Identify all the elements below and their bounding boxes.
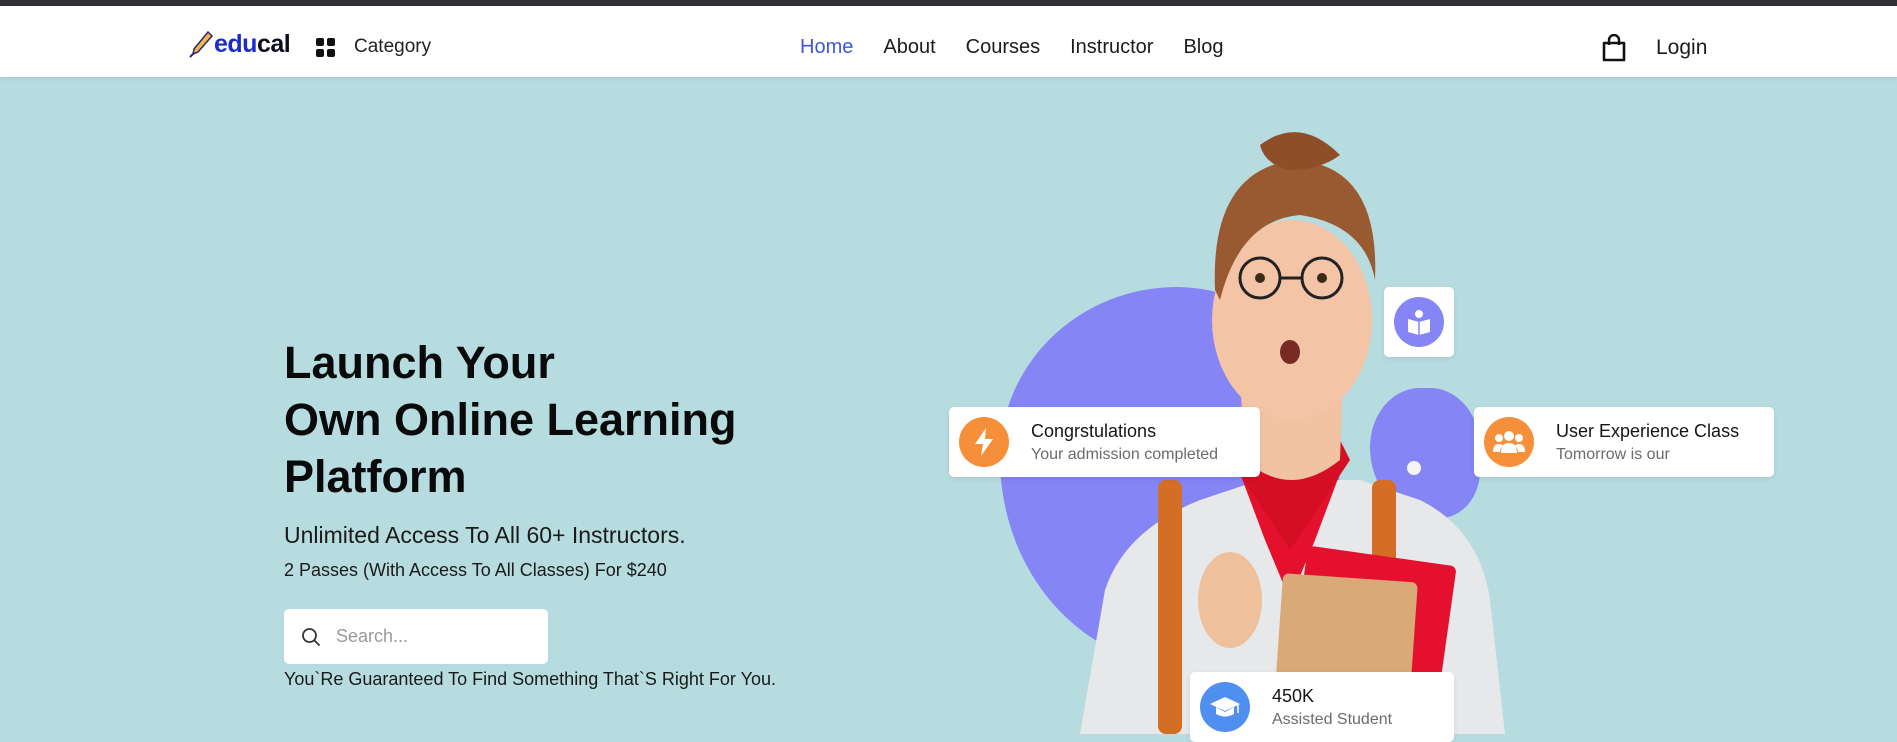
- students-label: Assisted Student: [1272, 710, 1393, 728]
- search-box: [284, 609, 548, 664]
- hero-title: Launch Your Own Online Learning Platform: [284, 334, 737, 505]
- nav-courses[interactable]: Courses: [966, 36, 1040, 59]
- logo-text: educal: [214, 29, 291, 59]
- grid-icon: [316, 38, 335, 57]
- book-reader-icon: [1408, 310, 1430, 335]
- graduation-cap-icon: [1210, 697, 1240, 717]
- students-card: 450K Assisted Student: [1190, 672, 1454, 742]
- guarantee-text: You`Re Guaranteed To Find Something That…: [284, 669, 776, 689]
- ux-class-title: User Experience Class: [1556, 420, 1740, 441]
- shopping-bag-icon[interactable]: [1602, 34, 1626, 62]
- lightning-icon: [975, 428, 993, 456]
- lightning-icon-circle: [959, 417, 1009, 467]
- nav-about[interactable]: About: [883, 36, 935, 59]
- graduation-icon-circle: [1200, 682, 1250, 732]
- students-count: 450K: [1272, 685, 1315, 706]
- hero-title-line-2: Own Online Learning: [284, 394, 737, 445]
- book-icon-card: [1384, 287, 1454, 357]
- search-input[interactable]: [334, 625, 538, 648]
- nav-home[interactable]: Home: [800, 36, 853, 59]
- hero-pricing-text: 2 Passes (With Access To All Classes) Fo…: [284, 560, 667, 580]
- congratulations-card: Congrstulations Your admission completed: [949, 407, 1260, 477]
- users-icon-circle: [1484, 417, 1534, 467]
- category-menu[interactable]: Category: [316, 36, 431, 58]
- nav-instructor[interactable]: Instructor: [1070, 36, 1153, 59]
- congratulations-subtitle: Your admission completed: [1031, 445, 1219, 463]
- users-icon: [1493, 431, 1525, 453]
- book-icon-circle: [1394, 297, 1444, 347]
- logo[interactable]: educal: [188, 26, 291, 62]
- category-label: Category: [354, 36, 432, 57]
- hero-subtitle: Unlimited Access To All 60+ Instructors.: [284, 522, 686, 548]
- logo-text-part1: edu: [214, 29, 257, 58]
- main-nav: Home About Courses Instructor Blog: [800, 36, 1254, 59]
- congratulations-title: Congrstulations: [1031, 420, 1157, 441]
- hero-title-line-3: Platform: [284, 451, 467, 502]
- nav-blog[interactable]: Blog: [1183, 36, 1223, 59]
- ux-class-card: User Experience Class Tomorrow is our: [1474, 407, 1774, 477]
- logo-text-part2: cal: [256, 29, 291, 58]
- search-icon[interactable]: [300, 626, 322, 648]
- pencil-icon: [189, 30, 214, 58]
- ux-class-subtitle: Tomorrow is our: [1556, 445, 1670, 463]
- site-header: educal Category Home About Courses Instr…: [0, 6, 1897, 77]
- login-link[interactable]: Login: [1656, 36, 1707, 60]
- hero-title-line-1: Launch Your: [284, 337, 555, 388]
